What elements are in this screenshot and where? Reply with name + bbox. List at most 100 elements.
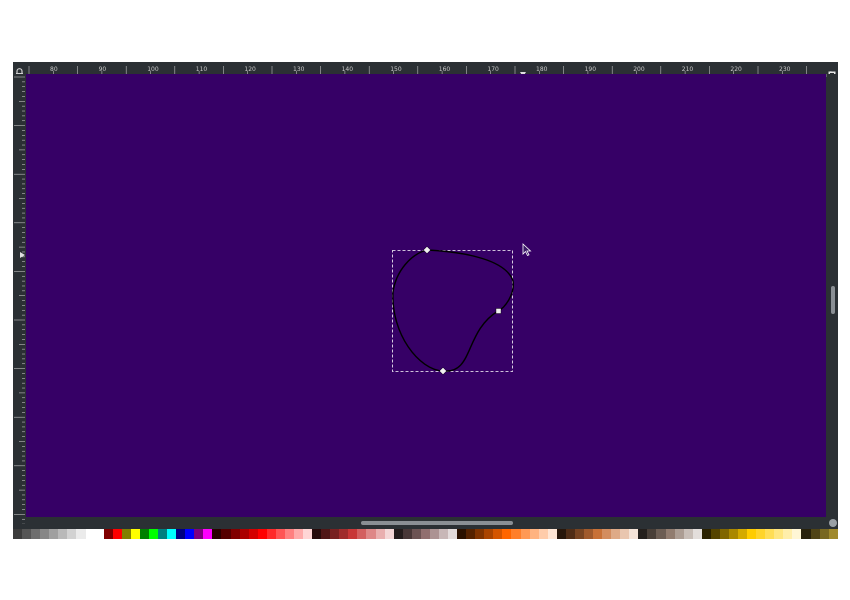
color-swatch[interactable] bbox=[683, 529, 693, 539]
color-swatch[interactable] bbox=[602, 529, 612, 539]
color-swatch[interactable] bbox=[665, 529, 675, 539]
color-swatch[interactable] bbox=[49, 529, 59, 539]
color-swatch[interactable] bbox=[22, 529, 32, 539]
color-swatch[interactable] bbox=[810, 529, 820, 539]
bezier-path[interactable] bbox=[392, 249, 514, 372]
color-swatch[interactable] bbox=[629, 529, 639, 539]
color-swatch[interactable] bbox=[13, 529, 23, 539]
color-swatch[interactable] bbox=[257, 529, 267, 539]
color-swatch[interactable] bbox=[701, 529, 711, 539]
path-node-bottom[interactable] bbox=[439, 367, 447, 375]
color-swatch[interactable] bbox=[203, 529, 213, 539]
color-swatch[interactable] bbox=[402, 529, 412, 539]
color-swatch[interactable] bbox=[448, 529, 458, 539]
color-swatch[interactable] bbox=[112, 529, 122, 539]
color-swatch[interactable] bbox=[167, 529, 177, 539]
color-swatch[interactable] bbox=[230, 529, 240, 539]
color-swatch[interactable] bbox=[529, 529, 539, 539]
color-swatch[interactable] bbox=[393, 529, 403, 539]
zoom-corner-icon[interactable] bbox=[829, 519, 837, 527]
color-swatch[interactable] bbox=[148, 529, 158, 539]
close-icon[interactable] bbox=[828, 64, 836, 79]
color-swatch[interactable] bbox=[411, 529, 421, 539]
color-swatch[interactable] bbox=[457, 529, 467, 539]
color-swatch[interactable] bbox=[212, 529, 222, 539]
color-swatch[interactable] bbox=[583, 529, 593, 539]
color-swatch[interactable] bbox=[94, 529, 104, 539]
color-swatch[interactable] bbox=[293, 529, 303, 539]
color-swatch[interactable] bbox=[357, 529, 367, 539]
color-palette[interactable] bbox=[13, 529, 838, 539]
color-swatch[interactable] bbox=[275, 529, 285, 539]
color-swatch[interactable] bbox=[801, 529, 811, 539]
color-swatch[interactable] bbox=[194, 529, 204, 539]
color-swatch[interactable] bbox=[321, 529, 331, 539]
color-swatch[interactable] bbox=[728, 529, 738, 539]
vertical-scroll-thumb[interactable] bbox=[831, 286, 835, 314]
color-swatch[interactable] bbox=[76, 529, 86, 539]
color-swatch[interactable] bbox=[312, 529, 322, 539]
color-swatch[interactable] bbox=[756, 529, 766, 539]
color-swatch[interactable] bbox=[719, 529, 729, 539]
color-swatch[interactable] bbox=[384, 529, 394, 539]
color-swatch[interactable] bbox=[176, 529, 186, 539]
color-swatch[interactable] bbox=[593, 529, 603, 539]
color-swatch[interactable] bbox=[31, 529, 41, 539]
color-swatch[interactable] bbox=[692, 529, 702, 539]
color-swatch[interactable] bbox=[783, 529, 793, 539]
color-swatch[interactable] bbox=[284, 529, 294, 539]
color-swatch[interactable] bbox=[221, 529, 231, 539]
vertical-ruler[interactable] bbox=[13, 74, 25, 525]
color-swatch[interactable] bbox=[511, 529, 521, 539]
color-swatch[interactable] bbox=[493, 529, 503, 539]
color-swatch[interactable] bbox=[239, 529, 249, 539]
color-swatch[interactable] bbox=[647, 529, 657, 539]
color-swatch[interactable] bbox=[466, 529, 476, 539]
color-swatch[interactable] bbox=[556, 529, 566, 539]
color-swatch[interactable] bbox=[792, 529, 802, 539]
color-swatch[interactable] bbox=[574, 529, 584, 539]
color-swatch[interactable] bbox=[565, 529, 575, 539]
color-swatch[interactable] bbox=[547, 529, 557, 539]
color-swatch[interactable] bbox=[611, 529, 621, 539]
color-swatch[interactable] bbox=[620, 529, 630, 539]
drawing-canvas[interactable] bbox=[26, 74, 826, 517]
color-swatch[interactable] bbox=[130, 529, 140, 539]
color-swatch[interactable] bbox=[774, 529, 784, 539]
color-swatch[interactable] bbox=[475, 529, 485, 539]
color-swatch[interactable] bbox=[420, 529, 430, 539]
color-swatch[interactable] bbox=[348, 529, 358, 539]
color-swatch[interactable] bbox=[502, 529, 512, 539]
color-swatch[interactable] bbox=[429, 529, 439, 539]
color-swatch[interactable] bbox=[828, 529, 838, 539]
color-swatch[interactable] bbox=[330, 529, 340, 539]
color-swatch[interactable] bbox=[520, 529, 530, 539]
color-swatch[interactable] bbox=[638, 529, 648, 539]
path-node-right[interactable] bbox=[495, 308, 502, 314]
color-swatch[interactable] bbox=[765, 529, 775, 539]
color-swatch[interactable] bbox=[266, 529, 276, 539]
color-swatch[interactable] bbox=[538, 529, 548, 539]
vertical-scrollbar[interactable] bbox=[827, 74, 838, 517]
color-swatch[interactable] bbox=[738, 529, 748, 539]
color-swatch[interactable] bbox=[185, 529, 195, 539]
color-swatch[interactable] bbox=[158, 529, 168, 539]
color-swatch[interactable] bbox=[40, 529, 50, 539]
color-swatch[interactable] bbox=[139, 529, 149, 539]
color-swatch[interactable] bbox=[375, 529, 385, 539]
color-swatch[interactable] bbox=[747, 529, 757, 539]
color-swatch[interactable] bbox=[366, 529, 376, 539]
lock-guides-icon[interactable] bbox=[15, 63, 24, 78]
color-swatch[interactable] bbox=[121, 529, 131, 539]
color-swatch[interactable] bbox=[103, 529, 113, 539]
color-swatch[interactable] bbox=[339, 529, 349, 539]
color-swatch[interactable] bbox=[819, 529, 829, 539]
color-swatch[interactable] bbox=[710, 529, 720, 539]
horizontal-scrollbar[interactable] bbox=[26, 518, 826, 528]
horizontal-scroll-thumb[interactable] bbox=[361, 521, 513, 525]
color-swatch[interactable] bbox=[674, 529, 684, 539]
color-swatch[interactable] bbox=[248, 529, 258, 539]
color-swatch[interactable] bbox=[656, 529, 666, 539]
color-swatch[interactable] bbox=[303, 529, 313, 539]
color-swatch[interactable] bbox=[58, 529, 68, 539]
